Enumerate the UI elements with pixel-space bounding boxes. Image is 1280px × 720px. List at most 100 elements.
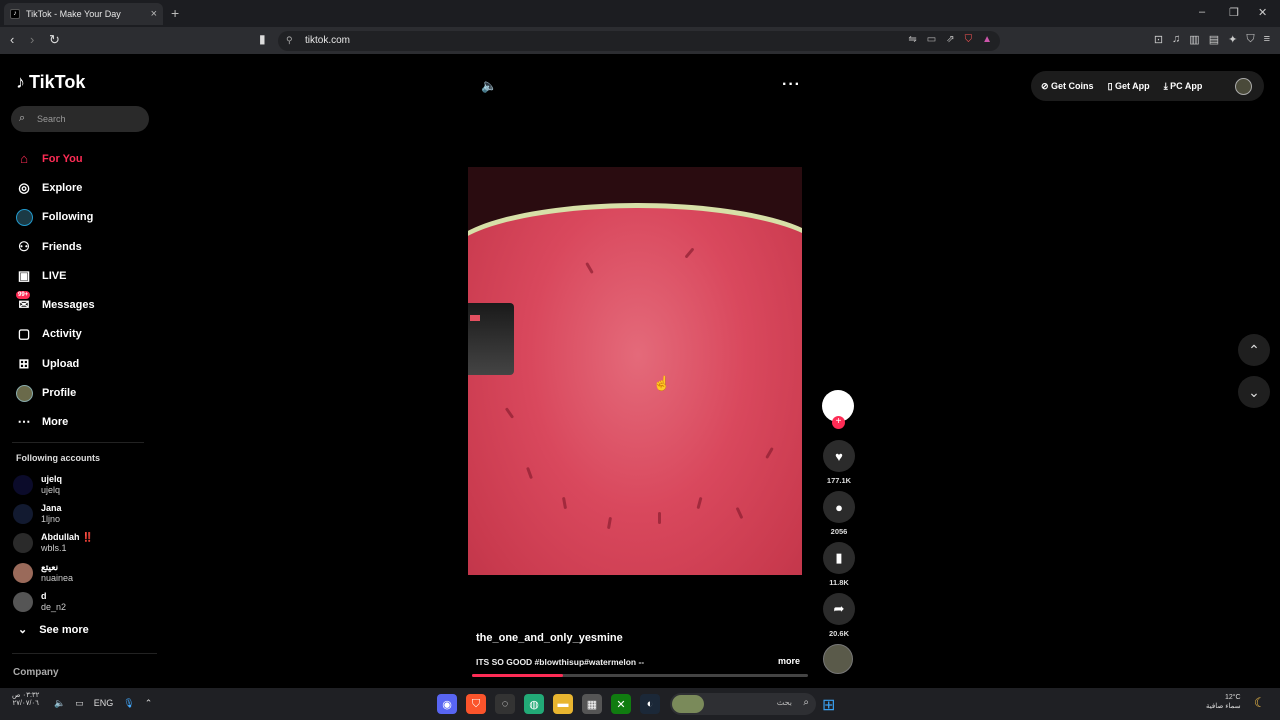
new-tab-button[interactable]: + — [171, 5, 179, 21]
caption-more-button[interactable]: more — [778, 656, 800, 666]
sidebar-item-live[interactable]: ▣ LIVE — [14, 261, 95, 290]
user-avatar[interactable] — [1235, 77, 1252, 95]
back-icon[interactable]: ‹ — [10, 32, 14, 47]
taskbar-search[interactable]: بحث ⌕ — [670, 693, 816, 715]
cast-icon[interactable]: ▭ — [927, 34, 936, 45]
clock[interactable]: ٠٣:٣٢ ص ٢٧/٠٧/٠٦ — [12, 692, 39, 708]
sidebar-item-profile[interactable]: Profile — [14, 378, 95, 407]
tab-close-icon[interactable]: × — [151, 8, 157, 20]
network-icon[interactable]: ▭ — [75, 698, 84, 709]
previous-video-button[interactable]: ⌃ — [1238, 334, 1270, 366]
coin-icon: ⊘ — [1041, 80, 1052, 91]
xbox-icon[interactable]: ✕ — [611, 694, 631, 714]
like-button[interactable]: ♥ 177.1K — [822, 440, 856, 485]
brave-rewards-icon[interactable]: ▲ — [982, 34, 992, 45]
share-button[interactable]: ➦ 20.6K — [822, 593, 856, 638]
language-indicator[interactable]: ENG — [94, 698, 114, 709]
brave-shield-icon[interactable]: ⛉ — [965, 34, 973, 45]
sidebar-item-label: For You — [42, 152, 83, 165]
video-author[interactable]: the_one_and_only_yesmine — [476, 632, 623, 644]
store-icon[interactable]: ▦ — [582, 694, 602, 714]
windows-start-icon[interactable]: ⊞ — [822, 695, 835, 715]
file-explorer-icon[interactable]: ▬ — [553, 694, 573, 714]
follow-plus-icon[interactable]: + — [832, 416, 845, 429]
list-item[interactable]: ujelq ujelq — [13, 470, 93, 499]
tiktok-logo[interactable]: ♪ TikTok — [16, 72, 85, 93]
chevron-down-icon: ⌄ — [1248, 383, 1260, 400]
account-handle: de_n2 — [41, 601, 67, 612]
comment-count: 2056 — [830, 527, 848, 536]
share-arrow-icon: ➦ — [823, 593, 855, 625]
translate-icon[interactable]: ⇋ — [908, 34, 916, 45]
sidebar-item-more[interactable]: ⋯ More — [14, 408, 95, 437]
phone-icon: ▯ — [1107, 80, 1116, 91]
get-app-button[interactable]: ▯ Get App — [1108, 81, 1150, 92]
site-info-icon[interactable]: ⚲ — [286, 35, 293, 46]
company-link[interactable]: Company — [13, 667, 59, 678]
save-button[interactable]: ▮ 11.8K — [822, 542, 856, 587]
get-coins-button[interactable]: ⊘ Get Coins — [1041, 81, 1094, 92]
steam-icon[interactable]: ◐ — [640, 694, 660, 714]
window-minimize-button[interactable]: – — [1199, 6, 1205, 18]
list-item[interactable]: Abdullah ‼️ wbls.1 — [13, 529, 93, 558]
tray-overflow-icon[interactable]: ⌃ — [145, 698, 153, 709]
activity-icon: ▢ — [17, 326, 31, 342]
list-item[interactable]: نعيتع nuainea — [13, 558, 93, 587]
wallet-icon[interactable]: ▤ — [1209, 33, 1219, 46]
pc-app-button[interactable]: ⤓ PC App — [1164, 81, 1203, 92]
sidebar-item-for-you[interactable]: ⌂ For You — [14, 144, 95, 173]
sidebar-item-messages[interactable]: ✉ 99+ Messages — [14, 290, 95, 319]
see-more-button[interactable]: ⌄ See more — [18, 623, 89, 637]
see-more-label: See more — [39, 623, 89, 636]
menu-icon[interactable]: ≡ — [1264, 33, 1270, 46]
microphone-icon[interactable]: 🎙 — [123, 698, 134, 709]
more-options-icon[interactable]: ··· — [782, 76, 801, 94]
browser-tab[interactable]: ♪ TikTok - Make Your Day × — [4, 3, 163, 25]
discord-icon[interactable]: ◉ — [437, 694, 457, 714]
sidebar-item-activity[interactable]: ▢ Activity — [14, 320, 95, 349]
music-disc-avatar[interactable] — [823, 644, 853, 674]
sidebar-item-upload[interactable]: ⊞ Upload — [14, 349, 95, 378]
chrome-icon[interactable]: ◍ — [524, 694, 544, 714]
search-input[interactable] — [37, 109, 137, 129]
clock-date: ٢٧/٠٧/٠٦ — [12, 700, 39, 707]
list-item[interactable]: d de_n2 — [13, 587, 93, 616]
video-actions: + ♥ 177.1K ● 2056 ▮ 11.8K ➦ 20.6K — [822, 390, 856, 674]
account-handle: 1ljno — [41, 513, 61, 524]
creator-avatar[interactable]: + — [822, 390, 854, 429]
account-name: نعيتع — [41, 561, 59, 572]
messages-icon: ✉ 99+ — [16, 291, 31, 313]
weather-temp: 12°C — [1224, 694, 1241, 701]
bookmark-icon[interactable]: ▮ — [259, 32, 266, 46]
vpn-icon[interactable]: ⛉ — [1246, 33, 1254, 46]
reload-icon[interactable]: ↻ — [49, 32, 60, 48]
search-box[interactable]: ⌕ — [11, 106, 149, 132]
brave-icon[interactable]: ⛉ — [466, 694, 486, 714]
forward-icon[interactable]: › — [30, 32, 34, 47]
comment-button[interactable]: ● 2056 — [822, 491, 856, 536]
save-count: 11.8K — [829, 578, 849, 587]
address-bar[interactable]: ⚲ tiktok.com ⇋ ▭ ⇗ ⛉ ▲ — [278, 31, 1000, 51]
leo-ai-icon[interactable]: ✦ — [1228, 33, 1237, 46]
video-player[interactable] — [468, 167, 802, 575]
volume-icon[interactable]: 🔈 — [481, 78, 497, 94]
weather-widget[interactable]: 12°C سماء صافية — [1206, 693, 1241, 711]
video-progress-bar[interactable] — [472, 674, 808, 677]
list-item[interactable]: Jana 1ljno — [13, 499, 93, 528]
sidebar-toggle-icon[interactable]: ▥ — [1189, 33, 1199, 46]
next-video-button[interactable]: ⌄ — [1238, 376, 1270, 408]
share-icon[interactable]: ⇗ — [946, 34, 954, 45]
account-name: d — [41, 590, 47, 601]
taskbar-search-label: بحث — [776, 698, 792, 707]
sidebar-item-friends[interactable]: ⚇ Friends — [14, 232, 95, 261]
top-actions: ⊘ Get Coins ▯ Get App ⤓ PC App — [1031, 71, 1264, 101]
speaker-icon[interactable]: 🔈 — [54, 698, 65, 709]
window-restore-button[interactable]: ❐ — [1229, 6, 1239, 19]
screenshot-icon[interactable]: ⊡ — [1154, 33, 1163, 46]
app-icon[interactable]: ◌ — [495, 694, 515, 714]
sidebar-item-label: Following — [42, 211, 94, 224]
sidebar-item-explore[interactable]: ◎ Explore — [14, 173, 95, 202]
window-close-button[interactable]: ✕ — [1258, 6, 1267, 19]
sidebar-item-following[interactable]: Following — [14, 203, 95, 232]
media-icon[interactable]: ♫ — [1172, 33, 1180, 46]
